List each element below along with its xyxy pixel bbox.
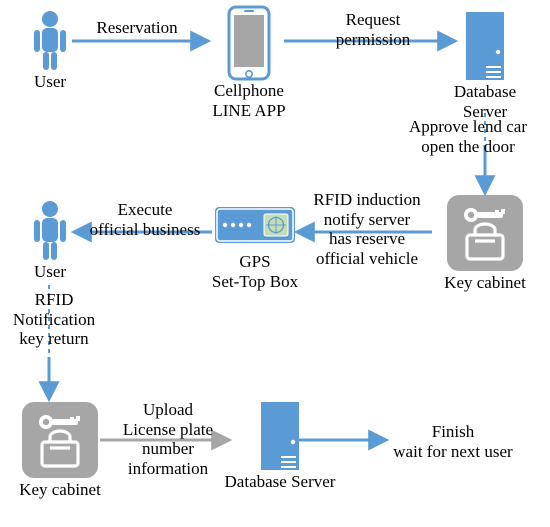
node-key-cabinet-mid: Key cabinet [435, 193, 535, 293]
edge-reservation: Reservation [84, 18, 190, 38]
server-icon [259, 400, 301, 472]
edge-upload: Upload License plate number information [113, 400, 223, 478]
server-bot-caption: Database Server [220, 472, 340, 492]
user-top-caption: User [18, 72, 82, 92]
node-finish-caption: Finish wait for next user [372, 422, 534, 461]
node-cellphone: Cellphone LINE APP [207, 5, 291, 120]
edge-execute: Execute official business [80, 200, 210, 239]
user-icon [30, 10, 70, 72]
server-top-caption: Database Server [430, 82, 540, 121]
server-icon [464, 10, 506, 82]
key-cabinet-icon [445, 193, 525, 273]
key-cabinet-mid-caption: Key cabinet [435, 273, 535, 293]
cellphone-icon [227, 5, 271, 81]
edge-approve: Approve lend car open the door [388, 117, 548, 156]
node-server-bot: Database Server [220, 400, 340, 492]
node-user-mid: User [18, 200, 82, 282]
user-icon [30, 200, 70, 262]
key-cabinet-bot-caption: Key cabinet [10, 480, 110, 500]
node-key-cabinet-bot: Key cabinet [10, 400, 110, 500]
edge-request: Request permission [308, 10, 438, 49]
edge-rfid-return: RFID Notification key return [4, 290, 104, 349]
key-cabinet-icon [20, 400, 100, 480]
user-mid-caption: User [18, 262, 82, 282]
node-user-top: User [18, 10, 82, 92]
cellphone-caption: Cellphone LINE APP [207, 81, 291, 120]
edge-rfid-notify: RFID induction notify server has reserve… [300, 190, 434, 268]
node-server-top: Database Server [430, 10, 540, 121]
gps-settop-icon [214, 206, 296, 246]
gps-caption: GPS Set-Top Box [200, 252, 310, 291]
node-gps: GPS Set-Top Box [200, 206, 310, 291]
